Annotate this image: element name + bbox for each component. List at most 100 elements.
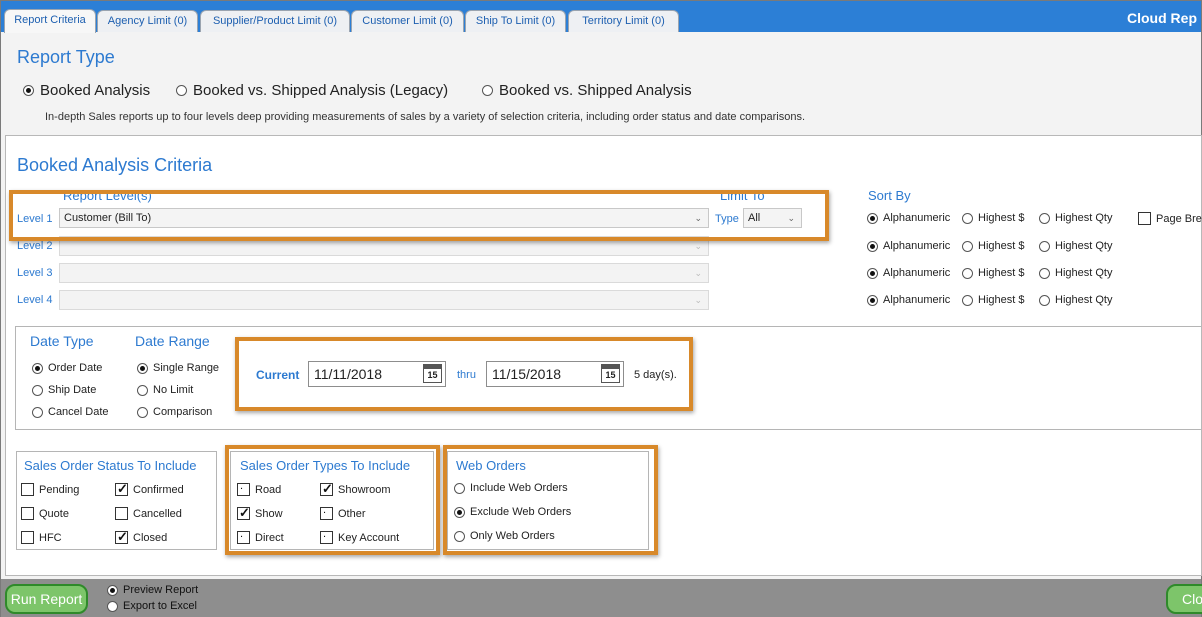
checkbox-icon[interactable] — [237, 505, 250, 521]
run-report-button[interactable]: Run Report — [5, 584, 88, 614]
sort-option-level-3[interactable]: Highest $ — [962, 267, 1024, 279]
sort-option-level-1[interactable]: Highest $ — [962, 212, 1024, 224]
radio-icon[interactable] — [32, 406, 43, 418]
radio-icon[interactable] — [962, 240, 973, 252]
radio-icon[interactable] — [962, 294, 973, 306]
radio-icon[interactable] — [482, 84, 493, 96]
level-2-label: Level 2 — [17, 240, 53, 252]
date-range-option[interactable]: Comparison — [137, 406, 212, 418]
radio-icon[interactable] — [1039, 240, 1050, 252]
checkbox-icon[interactable] — [21, 507, 34, 520]
status-checkbox[interactable]: Pending — [21, 483, 79, 496]
date-type-option[interactable]: Ship Date — [32, 384, 96, 396]
tab-report-criteria[interactable]: Report Criteria — [4, 9, 96, 33]
sort-option-level-3[interactable]: Alphanumeric — [867, 267, 950, 279]
date-range-option[interactable]: No Limit — [137, 384, 193, 396]
tab-customer-limit[interactable]: Customer Limit (0) — [351, 10, 464, 32]
chevron-down-icon: ⌄ — [694, 213, 702, 223]
web-order-option[interactable]: Include Web Orders — [454, 482, 568, 494]
calendar-icon[interactable]: 15 — [601, 364, 620, 383]
from-date-input[interactable]: 11/11/2018 15 — [308, 361, 446, 387]
radio-icon[interactable] — [32, 362, 43, 374]
sort-option-level-4[interactable]: Alphanumeric — [867, 294, 950, 306]
radio-icon[interactable] — [107, 584, 118, 596]
sort-option-level-1[interactable]: Highest Qty — [1039, 212, 1112, 224]
tab-territory-limit[interactable]: Territory Limit (0) — [568, 10, 679, 32]
level-3-select[interactable]: ⌄ — [59, 263, 709, 283]
radio-icon[interactable] — [454, 506, 465, 518]
date-range-option[interactable]: Single Range — [137, 362, 219, 374]
option-label: Highest $ — [978, 294, 1025, 307]
status-checkbox[interactable]: Cancelled — [115, 507, 182, 520]
status-checkbox[interactable]: Confirmed — [115, 481, 184, 497]
tab-supplier-product-limit[interactable]: Supplier/Product Limit (0) — [200, 10, 350, 32]
report-type-booked-vs-shipped[interactable]: Booked vs. Shipped Analysis — [482, 81, 692, 99]
checkbox-icon[interactable] — [21, 483, 34, 496]
type-select[interactable]: All ⌄ — [743, 208, 802, 228]
radio-icon[interactable] — [1039, 294, 1050, 306]
type-checkbox[interactable]: Road — [237, 480, 281, 496]
checkbox-icon[interactable] — [237, 480, 250, 496]
tab-agency-limit[interactable]: Agency Limit (0) — [97, 10, 198, 32]
type-checkbox[interactable]: Key Account — [320, 528, 399, 544]
checkbox-icon[interactable] — [237, 528, 250, 544]
type-checkbox[interactable]: Showroom — [320, 481, 391, 497]
sort-option-level-4[interactable]: Highest Qty — [1039, 294, 1112, 306]
type-checkbox[interactable]: Show — [237, 505, 283, 521]
radio-icon[interactable] — [867, 294, 878, 306]
radio-icon[interactable] — [176, 84, 187, 96]
radio-icon[interactable] — [454, 482, 465, 494]
type-checkbox[interactable]: Direct — [237, 528, 284, 544]
to-date-input[interactable]: 11/15/2018 15 — [486, 361, 624, 387]
radio-icon[interactable] — [1039, 267, 1050, 279]
radio-icon[interactable] — [137, 406, 148, 418]
checkbox-icon[interactable] — [115, 481, 128, 497]
status-checkbox[interactable]: Closed — [115, 529, 167, 545]
level-2-select[interactable]: ⌄ — [59, 236, 709, 256]
calendar-icon[interactable]: 15 — [423, 364, 442, 383]
status-checkbox[interactable]: HFC — [21, 531, 62, 544]
checkbox-icon[interactable] — [21, 531, 34, 544]
page-break-checkbox[interactable]: Page Brea — [1138, 212, 1202, 225]
radio-icon[interactable] — [867, 267, 878, 279]
date-type-option[interactable]: Order Date — [32, 362, 102, 374]
radio-icon[interactable] — [962, 267, 973, 279]
radio-icon[interactable] — [867, 240, 878, 252]
sort-option-level-2[interactable]: Alphanumeric — [867, 240, 950, 252]
checkbox-icon[interactable] — [1138, 212, 1151, 225]
export-excel-option[interactable]: Export to Excel — [107, 600, 197, 612]
checkbox-icon[interactable] — [320, 481, 333, 497]
radio-icon[interactable] — [137, 384, 148, 396]
radio-icon[interactable] — [32, 384, 43, 396]
level-1-select[interactable]: Customer (Bill To) ⌄ — [59, 208, 709, 228]
report-type-booked-vs-shipped-legacy[interactable]: Booked vs. Shipped Analysis (Legacy) — [176, 81, 448, 99]
status-checkbox[interactable]: Quote — [21, 507, 69, 520]
radio-icon[interactable] — [23, 84, 34, 96]
checkbox-icon[interactable] — [115, 529, 128, 545]
radio-icon[interactable] — [867, 212, 878, 224]
checkbox-icon[interactable] — [115, 507, 128, 520]
radio-icon[interactable] — [454, 530, 465, 542]
report-type-booked-analysis[interactable]: Booked Analysis — [23, 81, 150, 99]
date-type-option[interactable]: Cancel Date — [32, 406, 109, 418]
option-label: Only Web Orders — [470, 530, 555, 543]
web-order-option[interactable]: Exclude Web Orders — [454, 506, 571, 518]
preview-report-option[interactable]: Preview Report — [107, 584, 198, 596]
radio-icon[interactable] — [962, 212, 973, 224]
type-checkbox[interactable]: Other — [320, 504, 366, 520]
radio-icon[interactable] — [1039, 212, 1050, 224]
level-4-select[interactable]: ⌄ — [59, 290, 709, 310]
close-button[interactable]: Clo — [1166, 584, 1202, 614]
sort-option-level-4[interactable]: Highest $ — [962, 294, 1024, 306]
tab-ship-to-limit[interactable]: Ship To Limit (0) — [465, 10, 566, 32]
sort-option-level-2[interactable]: Highest $ — [962, 240, 1024, 252]
sort-option-level-1[interactable]: Alphanumeric — [867, 212, 950, 224]
checkbox-icon[interactable] — [320, 504, 333, 520]
radio-icon[interactable] — [137, 362, 148, 374]
level-4-label: Level 4 — [17, 294, 53, 306]
web-order-option[interactable]: Only Web Orders — [454, 530, 555, 542]
radio-icon[interactable] — [107, 600, 118, 612]
checkbox-icon[interactable] — [320, 528, 333, 544]
sort-option-level-2[interactable]: Highest Qty — [1039, 240, 1112, 252]
sort-option-level-3[interactable]: Highest Qty — [1039, 267, 1112, 279]
